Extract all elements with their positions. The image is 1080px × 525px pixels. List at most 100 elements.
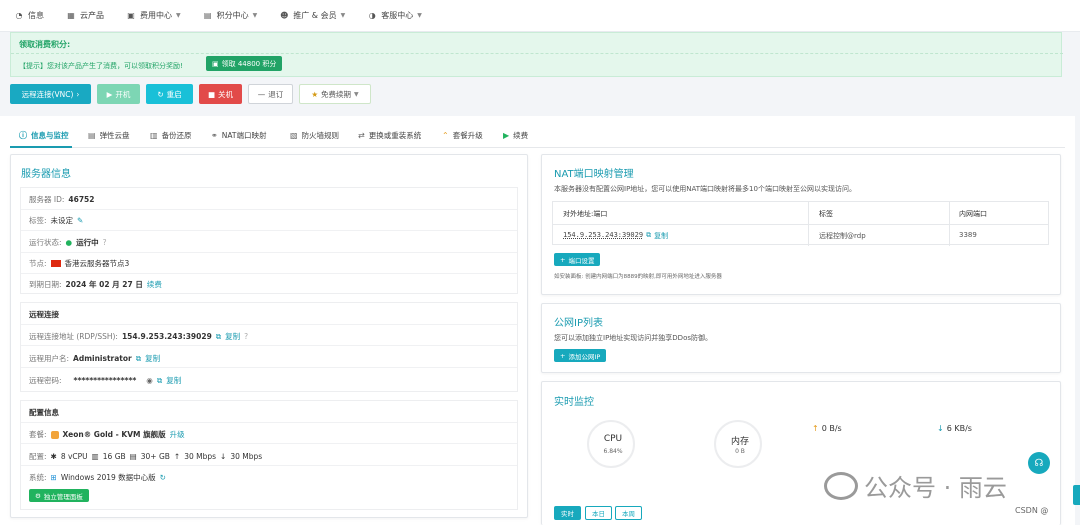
arrow-down-icon: ↓	[220, 452, 227, 461]
refresh-icon[interactable]: ↻	[160, 473, 166, 482]
tab-renew[interactable]: ▶ 续费	[503, 130, 528, 141]
cpu-gauge: CPU 6.84%	[587, 420, 635, 468]
help-icon[interactable]: ?	[244, 332, 248, 341]
os-row: 系统: ⊞ Windows 2019 数据中心版 ↻	[29, 472, 166, 483]
start-button[interactable]: ▶ 开机	[97, 84, 140, 104]
hk-flag-icon	[50, 260, 61, 267]
star-icon: ★	[311, 89, 319, 99]
tab-firewall[interactable]: ▧ 防火墙规则	[290, 130, 339, 141]
disk-icon: ▤	[129, 452, 137, 461]
upload-value: 30 Mbps	[184, 452, 217, 461]
server-icon: ▥	[150, 131, 158, 140]
edit-icon[interactable]: ✎	[77, 216, 83, 225]
vnc-button[interactable]: 远程连接(VNC) ›	[10, 84, 91, 104]
monitor-tab-today[interactable]: 本日	[585, 506, 612, 520]
copy-pass-button[interactable]: 复制	[166, 375, 181, 386]
cpu-value: 8 vCPU	[60, 452, 88, 461]
swap-icon: ⇄	[358, 131, 365, 140]
nat-title: NAT端口映射管理	[554, 169, 634, 180]
help-icon[interactable]: ?	[103, 238, 107, 247]
notice-text: 【提示】您对该产品产生了消费，可以领取积分奖励!	[19, 62, 183, 70]
copy-icon: ⧉	[646, 231, 652, 239]
monitor-tab-week[interactable]: 本周	[615, 506, 642, 520]
spec-row: 配置: ✱ 8 vCPU ▥ 16 GB ▤ 30+ GB ↑ 30 Mbps ↓ 30 Mbps	[29, 451, 262, 462]
node-row: 节点: 香港云服务器节点3	[29, 258, 129, 269]
copy-addr-button[interactable]: 复制	[225, 331, 240, 342]
divider	[21, 422, 517, 423]
port-setup-button[interactable]: + 端口设置	[554, 253, 601, 266]
disk-icon: ▤	[88, 131, 96, 140]
nav-item-support[interactable]: ◑ 客服中心 ▼	[367, 10, 422, 21]
divider	[949, 202, 950, 246]
nav-label: 云产品	[80, 11, 104, 20]
tab-upgrade[interactable]: ⌃ 套餐升级	[442, 130, 483, 141]
copy-icon: ⧉	[156, 375, 163, 385]
divider	[21, 209, 517, 210]
remote-user-label: 远程用户名:	[29, 354, 70, 363]
os-value: Windows 2019 数据中心版	[60, 473, 156, 482]
nat-description: 本服务器没有配置公网IP地址，您可以使用NAT端口映射将最多10个端口映射至公网…	[554, 185, 856, 193]
points-notice: 领取消费积分: 【提示】您对该产品产生了消费，可以领取积分奖励! ▣ 领取 448…	[10, 32, 1063, 77]
tab-info-monitor[interactable]: ⓘ 信息与监控	[19, 130, 69, 141]
plus-icon: +	[560, 351, 566, 360]
notice-divider	[11, 53, 1063, 54]
memory-gauge-value: 0 B	[735, 448, 745, 455]
gift-icon: ▣	[212, 59, 219, 68]
network-icon: ⚭	[211, 131, 218, 140]
memory-gauge-label: 内存	[730, 437, 749, 447]
copy-user-button[interactable]: 复制	[145, 353, 160, 364]
claim-points-button[interactable]: ▣ 领取 44800 积分	[206, 56, 283, 71]
stop-button[interactable]: ■ 关机	[199, 84, 242, 104]
config-title: 配置信息	[29, 408, 59, 417]
tab-label: 弹性云盘	[99, 131, 130, 140]
upgrade-link[interactable]: 升级	[170, 429, 185, 440]
csdn-watermark: CSDN @	[1015, 506, 1049, 515]
users-icon: ☻	[280, 11, 289, 20]
side-float-button[interactable]	[1073, 485, 1080, 505]
nav-item-products[interactable]: ▦ 云产品	[66, 10, 104, 21]
nav-item-points[interactable]: ▤ 积分中心 ▼	[203, 10, 257, 21]
plan-label: 套餐:	[29, 430, 47, 439]
nat-label-value: 远程控制@rdp	[819, 232, 866, 240]
eye-icon[interactable]: ◉	[146, 376, 153, 385]
headset-icon[interactable]: ☊	[1028, 452, 1050, 474]
public-ip-card: 公网IP列表 您可以添加独立IP地址实现访问并独享DDos防御。 + 添加公网IP	[541, 303, 1061, 373]
tab-nat[interactable]: ⚭ NAT端口映射	[211, 130, 266, 141]
restart-label: 重启	[166, 89, 182, 99]
tab-backup[interactable]: ▥ 备份还原	[150, 130, 192, 141]
nat-header-addr: 对外地址:端口	[563, 210, 608, 218]
nav-item-billing[interactable]: ▣ 费用中心 ▼	[126, 10, 180, 21]
arrow-up-icon: ↑	[173, 452, 181, 461]
renew-icon: ▶	[503, 131, 510, 140]
nat-header-label: 标签	[819, 210, 833, 218]
renew-link[interactable]: 续费	[147, 279, 162, 290]
monitor-tab-realtime[interactable]: 实时	[554, 506, 581, 520]
restart-button[interactable]: ↻ 重启	[146, 84, 193, 104]
tab-bar: ⓘ 信息与监控 ▤ 弹性云盘 ▥ 备份还原 ⚭ NAT端口映射 ▧ 防火墙规则 ⇄ 更换或重…	[10, 126, 1065, 148]
arrow-down-icon: ↓	[937, 424, 944, 433]
free-renew-button[interactable]: ★ 免费续期 ▼	[299, 84, 371, 104]
tab-label: 信息与监控	[31, 131, 69, 140]
divider	[21, 345, 517, 346]
windows-icon: ⊞	[50, 473, 57, 482]
cubes-icon: ▦	[67, 11, 75, 20]
manage-panel-button[interactable]: ⚙ 独立管理面板	[29, 489, 89, 502]
nav-item-promo[interactable]: ☻ 推广 & 会员 ▼	[279, 10, 345, 21]
divider	[21, 252, 517, 253]
tab-cloud-disk[interactable]: ▤ 弹性云盘	[88, 130, 130, 141]
unsubscribe-button[interactable]: — 退订	[248, 84, 293, 104]
minus-icon: —	[257, 89, 266, 99]
nat-copy-button[interactable]: 复制	[654, 231, 668, 241]
watermark-text: 公众号 · 雨云	[864, 474, 1007, 502]
wechat-icon	[824, 471, 858, 500]
monitor-title: 实时监控	[554, 397, 594, 408]
tab-reinstall[interactable]: ⇄ 更换或重装系统	[358, 130, 421, 141]
public-ip-title: 公网IP列表	[554, 318, 603, 329]
expire-row: 到期日期: 2024 年 02 月 27 日续费	[29, 279, 162, 290]
add-public-ip-button[interactable]: + 添加公网IP	[554, 349, 607, 362]
chevron-down-icon: ▼	[417, 12, 422, 19]
gauge-icon: ◔	[15, 11, 23, 20]
nav-item-info[interactable]: ◔ 信息	[14, 10, 45, 21]
chevron-right-icon: ›	[76, 89, 80, 99]
upload-speed: ↑ 0 B/s	[812, 424, 842, 433]
